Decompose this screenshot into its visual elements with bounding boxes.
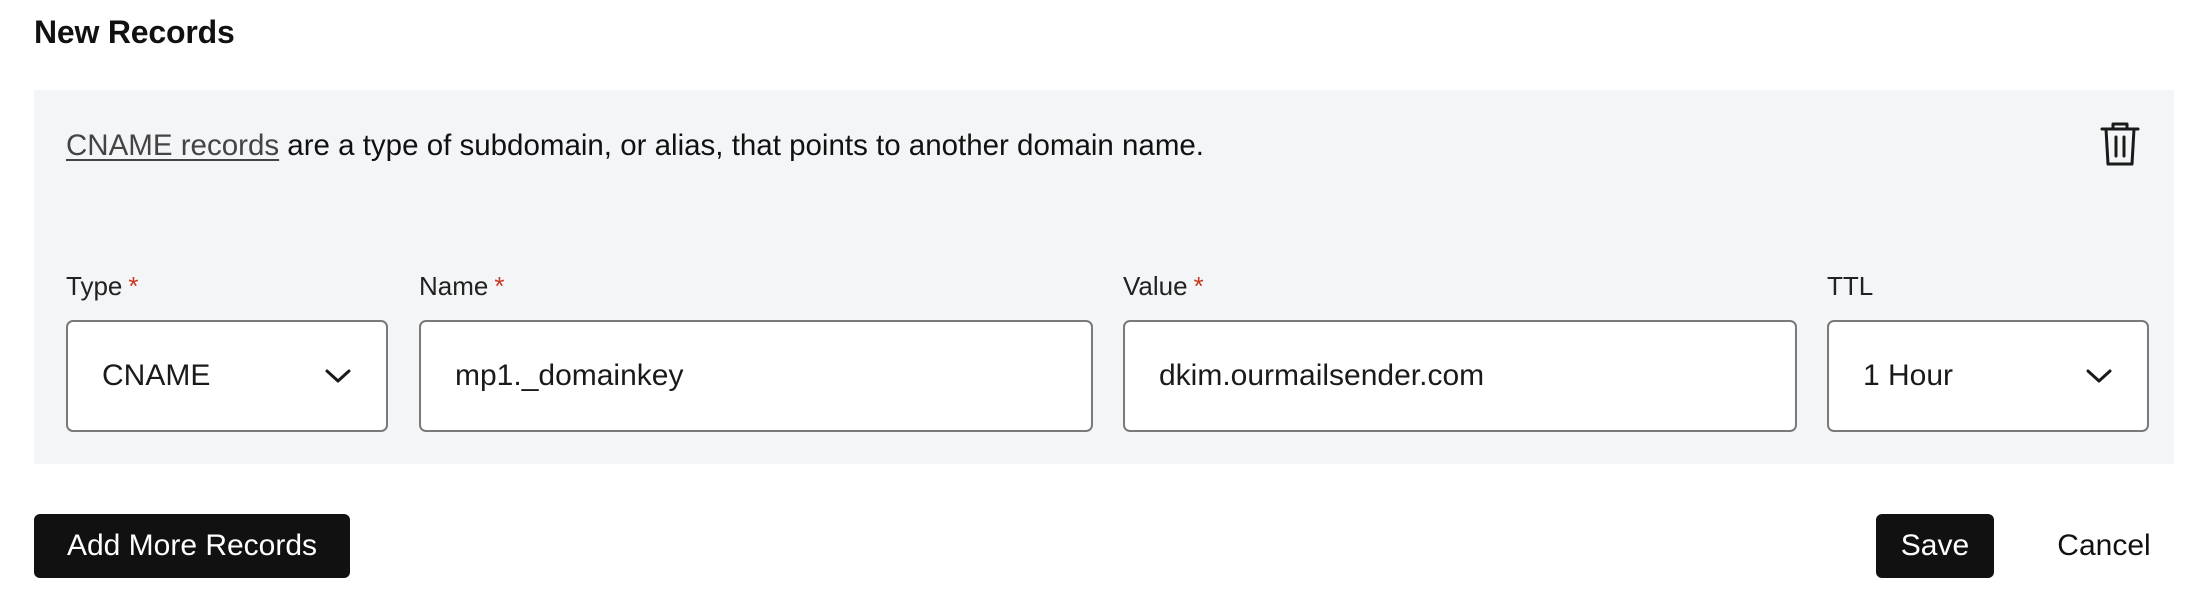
trash-icon[interactable] bbox=[2096, 118, 2144, 170]
type-select[interactable]: CNAME bbox=[66, 320, 388, 432]
chevron-down-icon bbox=[2086, 369, 2112, 383]
name-label: Name * bbox=[419, 271, 505, 301]
required-mark: * bbox=[1193, 271, 1204, 301]
save-button[interactable]: Save bbox=[1876, 514, 1994, 578]
cancel-button[interactable]: Cancel bbox=[2034, 514, 2174, 578]
ttl-label: TTL bbox=[1827, 271, 1874, 301]
record-description: CNAME records are a type of subdomain, o… bbox=[66, 126, 1204, 166]
name-value: mp1._domainkey bbox=[455, 359, 684, 392]
cname-records-link[interactable]: CNAME records bbox=[66, 129, 279, 162]
required-mark: * bbox=[494, 271, 505, 301]
required-mark: * bbox=[128, 271, 139, 301]
chevron-down-icon bbox=[325, 369, 351, 383]
type-value: CNAME bbox=[102, 359, 211, 392]
ttl-value: 1 Hour bbox=[1863, 359, 1954, 392]
value-label: Value * bbox=[1123, 271, 1204, 301]
section-title: New Records bbox=[34, 14, 235, 50]
ttl-select[interactable]: 1 Hour bbox=[1827, 320, 2149, 432]
value-input[interactable]: dkim.ourmailsender.com bbox=[1123, 320, 1797, 432]
type-label: Type * bbox=[66, 271, 139, 301]
description-text: are a type of subdomain, or alias, that … bbox=[279, 129, 1204, 162]
name-input[interactable]: mp1._domainkey bbox=[419, 320, 1093, 432]
value-value: dkim.ourmailsender.com bbox=[1159, 359, 1485, 392]
add-more-records-button[interactable]: Add More Records bbox=[34, 514, 350, 578]
